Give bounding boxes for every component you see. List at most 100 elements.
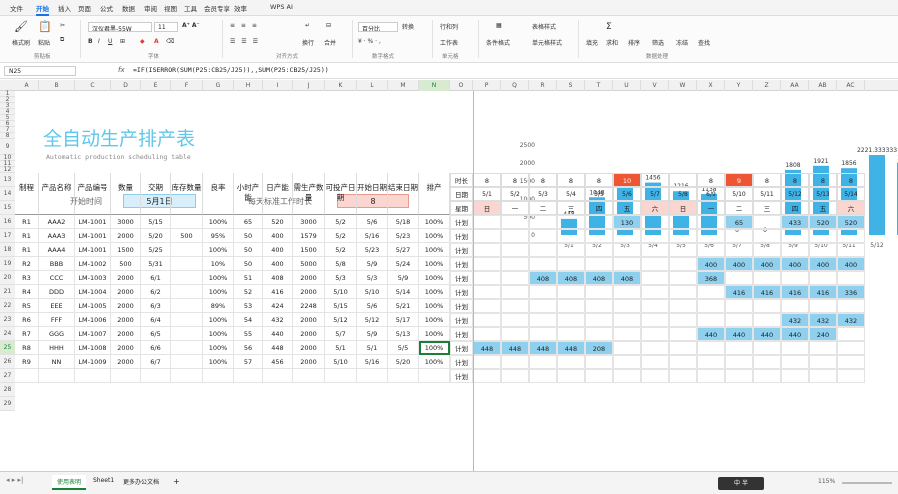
schedule-cell[interactable] [501,257,529,271]
schedule-cell[interactable]: 240 [809,327,837,341]
schedule-cell[interactable]: 336 [837,285,865,299]
column-header-Z[interactable]: Z [753,80,781,91]
table-cell[interactable]: 2000 [111,299,141,313]
schedule-cell[interactable] [641,313,669,327]
column-header-B[interactable]: B [39,80,75,91]
schedule-cell[interactable]: 400 [837,257,865,271]
table-cell[interactable]: R1 [15,243,39,257]
table-cell[interactable]: 5/24 [388,257,419,271]
schedule-cell[interactable] [529,299,557,313]
schedule-cell[interactable] [613,369,641,383]
tab-4[interactable]: 公式 [100,3,113,13]
schedule-cell[interactable] [781,271,809,285]
tab-11[interactable]: WPS AI [270,3,293,11]
table-cell[interactable] [234,369,263,383]
column-header-W[interactable]: W [669,80,697,91]
table-cell[interactable]: NN [39,355,75,369]
schedule-hours[interactable]: 8 [809,173,837,187]
schedule-hours[interactable]: 10 [613,173,641,187]
table-cell[interactable]: 5/15 [325,299,357,313]
table-cell[interactable]: R5 [15,299,39,313]
schedule-cell[interactable] [725,313,753,327]
row-header-24[interactable]: 24 [0,327,15,341]
tab-0[interactable]: 文件 [10,3,23,13]
table-cell[interactable]: 89% [203,299,234,313]
table-cell[interactable]: LM-1008 [75,341,111,355]
schedule-hours[interactable]: 9 [725,173,753,187]
table-cell[interactable]: LM-1009 [75,355,111,369]
schedule-cell[interactable] [697,299,725,313]
table-style-button[interactable]: 表格样式 [532,22,556,31]
schedule-cell[interactable] [809,299,837,313]
table-cell[interactable]: 100% [203,313,234,327]
schedule-cell[interactable] [725,271,753,285]
schedule-cell[interactable] [473,257,501,271]
schedule-cell[interactable] [529,369,557,383]
filter-button[interactable]: 筛选 [652,38,664,47]
schedule-cell[interactable] [753,229,781,243]
schedule-cell[interactable]: 65 [725,215,753,229]
schedule-cell[interactable] [557,313,585,327]
schedule-cell[interactable]: 440 [697,327,725,341]
schedule-cell[interactable] [501,355,529,369]
table-cell[interactable] [171,271,203,285]
table-cell[interactable]: 2000 [111,229,141,243]
schedule-cell[interactable]: 130 [613,215,641,229]
grow-font-icon[interactable]: A⁺ A⁻ [182,22,200,29]
table-cell[interactable]: 432 [263,313,293,327]
table-cell[interactable]: 65 [234,215,263,229]
table-cell[interactable]: 6/7 [141,355,171,369]
table-cell[interactable]: 408 [263,271,293,285]
table-cell[interactable] [171,327,203,341]
font-color-icon[interactable]: A [154,38,159,45]
table-cell[interactable]: 2000 [111,313,141,327]
schedule-cell[interactable] [613,229,641,243]
row-header-19[interactable]: 19 [0,257,15,271]
schedule-cell[interactable] [697,229,725,243]
row-header-17[interactable]: 17 [0,229,15,243]
schedule-cell[interactable]: 208 [585,341,613,355]
table-cell[interactable]: LM-1003 [75,271,111,285]
table-cell[interactable]: 100% [419,243,450,257]
schedule-cell[interactable]: 416 [781,285,809,299]
column-header-S[interactable]: S [557,80,585,91]
format-painter-button[interactable]: 格式刷 [12,38,30,47]
column-header-U[interactable]: U [613,80,641,91]
table-cell[interactable]: 2000 [111,271,141,285]
schedule-cell[interactable] [557,257,585,271]
schedule-cell[interactable] [473,327,501,341]
table-cell[interactable] [75,369,111,383]
schedule-cell[interactable] [781,299,809,313]
add-sheet-button[interactable]: + [168,475,185,488]
schedule-cell[interactable] [529,243,557,257]
table-cell[interactable]: AAA3 [39,229,75,243]
schedule-cell[interactable] [669,369,697,383]
row-header-22[interactable]: 22 [0,299,15,313]
table-cell[interactable]: 100% [419,285,450,299]
sheet-tab-0[interactable]: 使用表明 [52,475,87,490]
tab-3[interactable]: 页面 [78,3,91,13]
schedule-cell[interactable] [753,271,781,285]
schedule-cell[interactable] [837,341,865,355]
table-cell[interactable]: LM-1004 [75,285,111,299]
schedule-cell[interactable] [501,215,529,229]
schedule-cell[interactable] [473,355,501,369]
table-cell[interactable]: 2000 [111,327,141,341]
table-cell[interactable]: 2000 [293,313,325,327]
column-header-AC[interactable]: AC [837,80,865,91]
table-cell[interactable]: 456 [263,355,293,369]
table-cell[interactable]: 100% [419,271,450,285]
table-cell[interactable] [171,341,203,355]
table-cell[interactable] [419,369,450,383]
table-cell[interactable]: 6/3 [141,299,171,313]
table-cell[interactable]: 5/23 [357,243,388,257]
tab-5[interactable]: 数据 [122,3,135,13]
schedule-cell[interactable] [613,299,641,313]
freeze-button[interactable]: 冻结 [676,38,688,47]
schedule-cell[interactable]: 400 [725,257,753,271]
schedule-cell[interactable]: 400 [809,257,837,271]
schedule-cell[interactable] [697,355,725,369]
schedule-cell[interactable]: 400 [697,257,725,271]
schedule-cell[interactable] [641,299,669,313]
schedule-cell[interactable] [837,299,865,313]
